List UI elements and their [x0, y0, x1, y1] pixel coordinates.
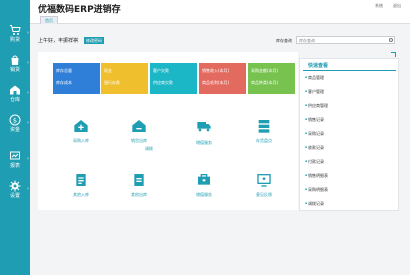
quick-action-transfer[interactable]: 调拨 — [125, 126, 173, 168]
quick-view-item[interactable]: 商品管理 — [305, 75, 324, 81]
other-in-icon — [76, 174, 86, 186]
purchase-in-icon — [74, 120, 88, 132]
bag-icon — [11, 55, 19, 65]
quick-action-other-in[interactable]: 其他入库 — [57, 170, 105, 212]
sidebar-item-label: 购货 — [9, 37, 20, 43]
quick-view-item[interactable]: 采购明细表 — [305, 187, 328, 193]
tab-home[interactable]: 首页 — [40, 16, 58, 24]
sidebar-item-label: 销货 — [9, 67, 20, 73]
summary-label: 商品毛利(本月) — [202, 80, 230, 85]
logout-link[interactable]: 退出 — [393, 3, 401, 9]
report-icon — [10, 151, 20, 160]
money-icon: $ — [9, 114, 21, 126]
sidebar-item-funds[interactable]: $ 资金 › — [0, 110, 30, 140]
delivery-truck-icon — [197, 122, 211, 132]
feedback-icon — [257, 174, 271, 187]
quick-view-item[interactable]: 销售记录 — [305, 117, 324, 123]
sidebar-item-label: 仓库 — [9, 97, 20, 103]
sidebar-item-sales[interactable]: 销货 › — [0, 50, 30, 80]
top-bar: 优福数码ERP进销存 系统 退出 首页 — [30, 0, 410, 24]
quick-view-item[interactable]: 客户管理 — [305, 89, 324, 95]
quick-action-inventory[interactable]: 存货盘点 — [240, 116, 288, 158]
summary-label: 商品种类(本月) — [251, 80, 279, 85]
quick-view-item[interactable]: 采购记录 — [305, 131, 324, 137]
chevron-right-icon: › — [27, 120, 29, 126]
summary-card[interactable]: 现金 银行存款 — [101, 63, 148, 94]
quick-view-divider — [303, 70, 396, 71]
sidebar-item-label: 设置 — [9, 193, 20, 199]
change-password-button[interactable]: 修改密码 — [84, 37, 104, 44]
summary-label: 采购金额(本月) — [251, 68, 279, 73]
summary-card[interactable]: 采购金额(本月) 商品种类(本月) — [248, 63, 295, 94]
inventory-icon — [258, 120, 270, 133]
quick-action-value-service[interactable]: 增值服务 — [180, 170, 228, 212]
summary-label: 供应商欠款 — [153, 80, 173, 85]
chevron-right-icon: › — [27, 90, 29, 96]
quick-action-label: 采购入库 — [73, 138, 89, 143]
sidebar-item-label: 报表 — [9, 163, 20, 169]
sidebar: 购货 › 销货 › 仓库 › $ 资金 › 报表 › 设置 › — [0, 0, 30, 275]
quick-action-label: 其他入库 — [73, 192, 89, 197]
quick-action-label: 意见反馈 — [256, 192, 272, 197]
chevron-right-icon: › — [27, 30, 29, 36]
chevron-right-icon: › — [27, 60, 29, 66]
quick-action-value-service-top[interactable]: 增值服务 — [180, 116, 228, 158]
settings-icon — [9, 180, 21, 192]
quick-action-label: 调拨 — [145, 146, 153, 151]
warehouse-icon — [10, 85, 20, 95]
chevron-right-icon: › — [27, 156, 29, 162]
quick-view-item[interactable]: 付款记录 — [305, 159, 324, 165]
external-link-icon[interactable] — [391, 52, 396, 57]
quick-action-label: 增值服务 — [196, 140, 212, 145]
summary-card[interactable]: 销售收入(本月) 商品毛利(本月) — [199, 63, 246, 94]
quick-action-purchase-in[interactable]: 采购入库 — [57, 116, 105, 158]
summary-label: 客户欠款 — [153, 68, 169, 73]
quick-view-item[interactable]: 收款记录 — [305, 145, 324, 151]
summary-label: 库存成本 — [56, 80, 72, 85]
greeting-text: 上午好，丰振祥祺 — [38, 38, 79, 44]
quick-action-label: 存货盘点 — [256, 138, 272, 143]
quick-view-item[interactable]: 供应商管理 — [305, 103, 328, 109]
search-icon[interactable] — [389, 38, 393, 42]
quick-action-label: 增值服务 — [196, 192, 212, 197]
quick-view-panel: 快速查看 商品管理 客户管理 供应商管理 销售记录 采购记录 收款记录 付款记录… — [299, 58, 399, 211]
chevron-right-icon: › — [27, 186, 29, 192]
quick-view-item[interactable]: 销售明细表 — [305, 173, 328, 179]
sidebar-item-label: 资金 — [9, 127, 20, 133]
sidebar-item-settings[interactable]: 设置 › — [0, 176, 30, 206]
quick-action-label: 其他出库 — [131, 192, 147, 197]
svg-text:$: $ — [13, 117, 17, 125]
search-label: 库存查询 — [276, 38, 292, 43]
quick-view-title: 快速查看 — [308, 63, 329, 69]
summary-card[interactable]: 库存总量 库存成本 — [53, 63, 100, 94]
summary-card[interactable]: 客户欠款 供应商欠款 — [150, 63, 197, 94]
quick-view-item[interactable]: 调拨记录 — [305, 201, 324, 207]
summary-label: 销售收入(本月) — [202, 68, 230, 73]
app-title: 优福数码ERP进销存 — [38, 5, 121, 15]
quick-action-other-out[interactable]: 其他出库 — [115, 170, 163, 212]
system-link[interactable]: 系统 — [375, 3, 383, 9]
other-out-icon — [134, 174, 144, 186]
sidebar-item-purchase[interactable]: 购货 › — [0, 20, 30, 50]
summary-label: 库存总量 — [56, 68, 72, 73]
summary-label: 银行存款 — [104, 80, 120, 85]
value-service-icon — [198, 174, 210, 185]
summary-label: 现金 — [104, 68, 112, 73]
sidebar-item-reports[interactable]: 报表 › — [0, 146, 30, 176]
search-input[interactable] — [296, 36, 395, 44]
quick-action-feedback[interactable]: 意见反馈 — [240, 170, 288, 212]
sidebar-item-warehouse[interactable]: 仓库 › — [0, 80, 30, 110]
cart-icon — [10, 25, 21, 35]
